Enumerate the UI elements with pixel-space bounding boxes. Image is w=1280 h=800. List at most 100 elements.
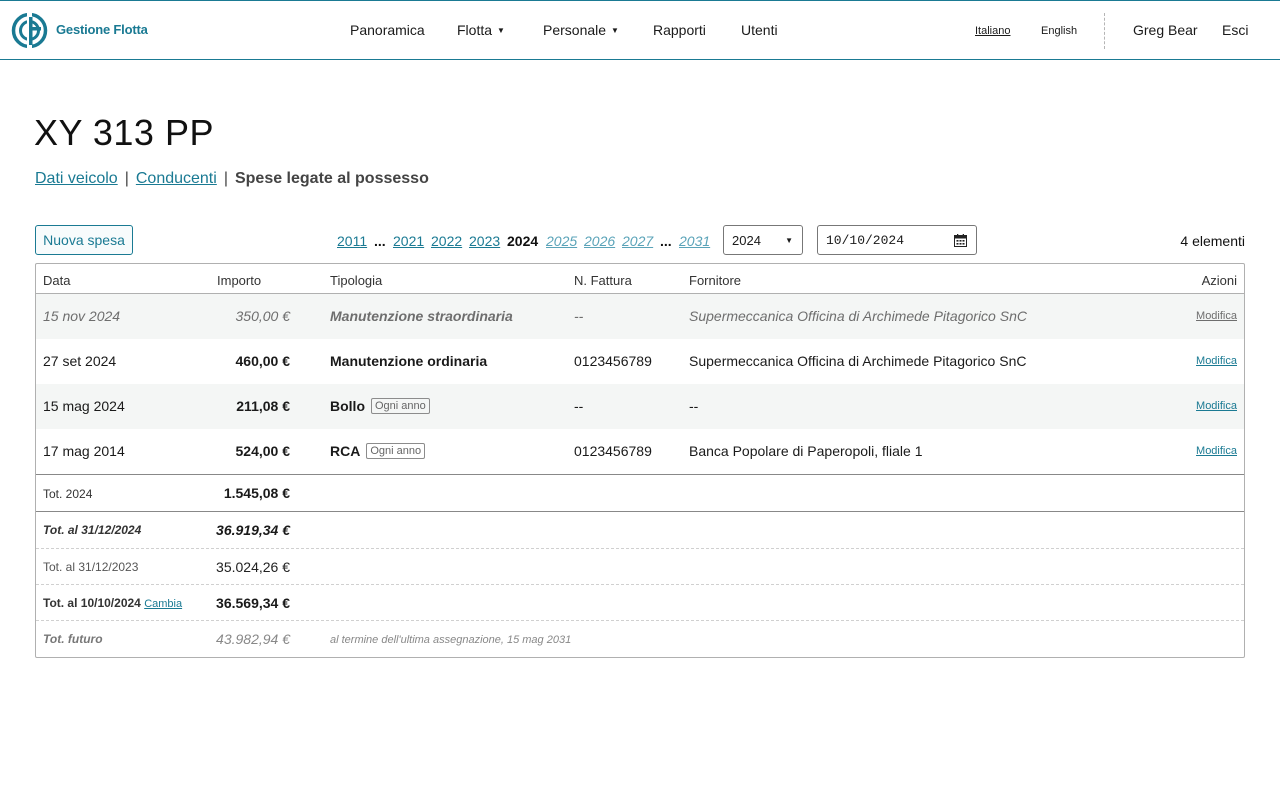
year-link-2027[interactable]: 2027 (622, 233, 653, 249)
total-future-value: 43.982,94 € (216, 631, 290, 647)
section-nav: Dati veicolo | Conducenti | Spese legate al … (35, 170, 429, 188)
separator: | (124, 170, 129, 187)
row-supplier: -- (689, 398, 699, 414)
recurrence-badge: Ogni anno (366, 443, 426, 459)
total-future-row: Tot. futuro 43.982,94 € al termine dell'… (36, 621, 1244, 657)
year-select[interactable]: 2024 ▼ (723, 225, 803, 255)
total-prev-year-value: 35.024,26 € (216, 559, 290, 575)
nav-utenti[interactable]: Utenti (741, 22, 778, 38)
row-invoice: 0123456789 (574, 443, 652, 459)
row-invoice: -- (574, 308, 584, 324)
year-link-2011[interactable]: 2011 (337, 233, 367, 249)
link-drivers[interactable]: Conducenti (136, 170, 217, 187)
row-amount: 460,00 € (235, 353, 291, 369)
table-row[interactable]: 15 nov 2024 350,00 € Manutenzione straor… (36, 294, 1244, 339)
row-date: 27 set 2024 (43, 353, 117, 369)
header-divider (1104, 13, 1105, 49)
row-type: RCA (330, 443, 361, 459)
total-date-value: 36.569,34 € (216, 595, 290, 611)
nav-panoramica[interactable]: Panoramica (350, 22, 425, 38)
row-type: Bollo (330, 398, 365, 414)
logo-icon[interactable] (11, 12, 48, 49)
edit-link[interactable]: Modifica (1196, 310, 1237, 322)
table-row[interactable]: 17 mag 2014 524,00 € RCA Ogni anno 012345… (36, 429, 1244, 474)
year-select-value: 2024 (732, 232, 761, 248)
year-link-2021[interactable]: 2021 (393, 233, 424, 249)
lang-italiano[interactable]: Italiano (975, 25, 1010, 37)
column-header-supplier[interactable]: Fornitore (689, 273, 741, 288)
link-vehicle-data[interactable]: Dati veicolo (35, 170, 118, 187)
item-count: 4 elementi (1180, 233, 1245, 249)
top-navbar: Gestione Flotta Panoramica Flotta ▼ Perso… (0, 0, 1280, 60)
row-type: Manutenzione straordinaria (330, 308, 513, 324)
row-invoice: 0123456789 (574, 353, 652, 369)
current-section: Spese legate al possesso (234, 170, 429, 187)
expenses-table: Data Importo Tipologia N. Fattura Fornit… (35, 263, 1245, 658)
date-input[interactable]: 10/10/2024 (817, 225, 977, 255)
total-end-year-value: 36.919,34 € (216, 522, 290, 538)
row-supplier: Banca Popolare di Paperopoli, fliale 1 (689, 443, 923, 459)
column-header-date[interactable]: Data (43, 273, 70, 288)
year-ellipsis: ... (374, 233, 386, 249)
total-year-label: Tot. 2024 (43, 487, 93, 501)
row-date: 17 mag 2014 (43, 443, 125, 459)
total-year-row: Tot. 2024 1.545,08 € (36, 475, 1244, 511)
row-type: Manutenzione ordinaria (330, 353, 488, 369)
edit-link[interactable]: Modifica (1196, 355, 1237, 367)
nav-personale[interactable]: Personale ▼ (543, 22, 619, 38)
total-end-year-label: Tot. al 31/12/2024 (43, 523, 142, 537)
year-current-2024: 2024 (507, 233, 539, 249)
total-prev-year-label: Tot. al 31/12/2023 (43, 560, 139, 574)
user-name[interactable]: Greg Bear (1133, 22, 1198, 38)
change-date-link[interactable]: Cambia (144, 598, 182, 610)
total-prev-year-row: Tot. al 31/12/2023 35.024,26 € (36, 549, 1244, 585)
year-link-2026[interactable]: 2026 (584, 233, 615, 249)
table-row[interactable]: 27 set 2024 460,00 € Manutenzione ordina… (36, 339, 1244, 384)
caret-down-icon: ▼ (611, 26, 619, 35)
year-ellipsis: ... (660, 233, 672, 249)
row-invoice: -- (574, 398, 584, 414)
row-type-cell: RCA Ogni anno (330, 443, 426, 461)
lang-english[interactable]: English (1041, 25, 1077, 37)
total-date-label-cell: Tot. al 10/10/2024 Cambia (43, 596, 182, 610)
calendar-icon[interactable] (954, 234, 967, 247)
nav-personale-label: Personale (543, 22, 607, 38)
column-header-actions: Azioni (1201, 273, 1237, 288)
page-title: XY 313 PP (34, 112, 214, 153)
year-link-2022[interactable]: 2022 (431, 233, 462, 249)
column-header-invoice[interactable]: N. Fattura (574, 273, 632, 288)
caret-down-icon: ▼ (785, 236, 793, 245)
row-supplier: Supermeccanica Officina di Archimede Pit… (689, 353, 1027, 369)
nav-rapporti[interactable]: Rapporti (653, 22, 706, 38)
nav-flotta-label: Flotta (457, 22, 493, 38)
brand-name[interactable]: Gestione Flotta (56, 22, 148, 37)
nav-flotta[interactable]: Flotta ▼ (457, 22, 505, 38)
total-year-value: 1.545,08 € (223, 485, 290, 501)
total-future-note: al termine dell'ultima assegnazione, 15 … (330, 634, 572, 646)
table-row[interactable]: 15 mag 2024 211,08 € Bollo Ogni anno -- -… (36, 384, 1244, 429)
edit-link[interactable]: Modifica (1196, 445, 1237, 457)
total-future-label: Tot. futuro (43, 632, 103, 646)
row-date: 15 mag 2024 (43, 398, 125, 414)
new-expense-button[interactable]: Nuova spesa (35, 225, 133, 255)
total-date-row: Tot. al 10/10/2024 Cambia 36.569,34 € (36, 585, 1244, 621)
column-header-amount[interactable]: Importo (217, 273, 261, 288)
row-amount: 524,00 € (235, 443, 291, 459)
year-link-2031[interactable]: 2031 (679, 233, 710, 249)
year-link-2025[interactable]: 2025 (546, 233, 577, 249)
date-input-value: 10/10/2024 (826, 232, 905, 248)
row-date: 15 nov 2024 (43, 308, 121, 324)
row-amount: 211,08 € (236, 398, 290, 414)
column-header-type[interactable]: Tipologia (330, 273, 382, 288)
row-amount: 350,00 € (235, 308, 291, 324)
year-link-2023[interactable]: 2023 (469, 233, 500, 249)
total-end-year-row: Tot. al 31/12/2024 36.919,34 € (36, 512, 1244, 548)
caret-down-icon: ▼ (497, 26, 505, 35)
row-supplier: Supermeccanica Officina di Archimede Pit… (689, 308, 1027, 324)
row-type-cell: Bollo Ogni anno (330, 398, 430, 416)
logout-link[interactable]: Esci (1222, 22, 1248, 38)
total-date-label: Tot. al 10/10/2024 (43, 596, 141, 610)
recurrence-badge: Ogni anno (371, 398, 430, 414)
separator: | (223, 170, 228, 187)
edit-link[interactable]: Modifica (1196, 400, 1237, 412)
